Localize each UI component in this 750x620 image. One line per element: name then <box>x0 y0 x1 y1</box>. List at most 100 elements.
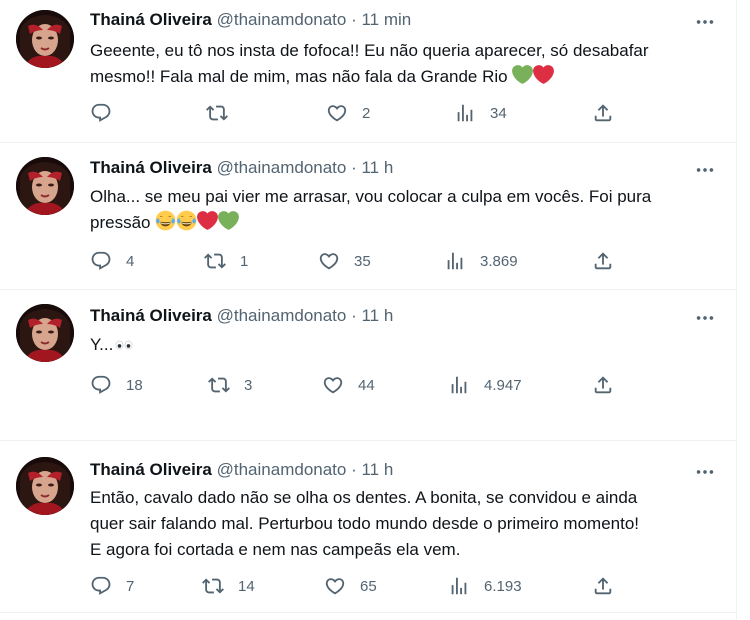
author-handle[interactable]: @thainamdonato <box>217 306 347 325</box>
author-name[interactable]: Thainá Oliveira <box>90 158 212 177</box>
tweet[interactable]: Thainá Oliveira @thainamdonato · 11 min … <box>0 0 736 142</box>
retweet-button[interactable] <box>206 98 242 128</box>
views-icon <box>454 102 476 124</box>
green-heart-icon <box>218 210 239 231</box>
views-button[interactable]: 34 <box>454 98 507 128</box>
tweet-actions: 4 1 35 3.869 <box>86 246 626 276</box>
reply-count: 4 <box>126 252 135 270</box>
retweet-count: 1 <box>240 252 249 270</box>
like-button[interactable]: 35 <box>318 246 371 276</box>
author-name[interactable]: Thainá Oliveira <box>90 306 212 325</box>
reply-button[interactable]: 4 <box>90 246 134 276</box>
views-icon <box>444 250 466 272</box>
tweet-header: Thainá Oliveira @thainamdonato · 11 min <box>90 10 411 30</box>
more-options-button[interactable] <box>690 462 720 482</box>
like-button[interactable]: 44 <box>322 370 375 400</box>
retweet-button[interactable]: 1 <box>204 246 248 276</box>
author-name[interactable]: Thainá Oliveira <box>90 460 212 479</box>
views-icon <box>448 575 470 597</box>
more-icon <box>694 159 716 181</box>
share-button[interactable] <box>592 370 614 400</box>
divider <box>0 612 736 613</box>
views-button[interactable]: 6.193 <box>448 571 522 601</box>
more-options-button[interactable] <box>690 160 720 180</box>
tweet-header: Thainá Oliveira @thainamdonato · 11 h <box>90 306 393 326</box>
tweet-actions: 2 34 <box>86 98 626 128</box>
retweet-icon <box>202 575 224 597</box>
tweet[interactable]: Thainá Oliveira @thainamdonato · 11 h En… <box>0 441 736 611</box>
more-icon <box>694 11 716 33</box>
tweet-text-line: mesmo!! Fala mal de mim, mas não fala da… <box>90 64 730 90</box>
view-count: 4.947 <box>484 376 522 394</box>
red-heart-icon <box>533 64 554 85</box>
share-button[interactable] <box>592 571 614 601</box>
like-button[interactable]: 2 <box>326 98 370 128</box>
author-handle[interactable]: @thainamdonato <box>217 10 347 29</box>
like-count: 44 <box>358 376 375 394</box>
author-name[interactable]: Thainá Oliveira <box>90 10 212 29</box>
reply-count: 7 <box>126 577 135 595</box>
more-icon <box>694 461 716 483</box>
reply-button[interactable] <box>90 98 126 128</box>
views-button[interactable]: 4.947 <box>448 370 522 400</box>
tweet-text-fragment: Y... <box>90 335 114 354</box>
like-count: 65 <box>360 577 377 595</box>
reply-button[interactable]: 7 <box>90 571 134 601</box>
tweet[interactable]: Thainá Oliveira @thainamdonato · 11 h Y.… <box>0 290 736 410</box>
avatar[interactable] <box>16 157 74 215</box>
tweet-time[interactable]: · 11 h <box>351 306 393 325</box>
share-icon <box>592 374 614 396</box>
view-count: 3.869 <box>480 252 518 270</box>
reply-icon <box>90 374 112 396</box>
reply-icon <box>90 575 112 597</box>
eyes-icon <box>115 332 133 358</box>
views-icon <box>448 374 470 396</box>
share-icon <box>592 575 614 597</box>
reply-count: 18 <box>126 376 143 394</box>
green-heart-icon <box>512 64 533 85</box>
more-options-button[interactable] <box>690 308 720 328</box>
tweet-header: Thainá Oliveira @thainamdonato · 11 h <box>90 460 393 480</box>
author-handle[interactable]: @thainamdonato <box>217 460 347 479</box>
like-button[interactable]: 65 <box>324 571 377 601</box>
tweet-text-line: Y... <box>90 332 730 358</box>
reply-icon <box>90 102 112 124</box>
retweet-icon <box>206 102 228 124</box>
tweet-text: Olha... se meu pai vier me arrasar, vou … <box>90 184 730 236</box>
tweet-header: Thainá Oliveira @thainamdonato · 11 h <box>90 158 393 178</box>
retweet-icon <box>208 374 230 396</box>
retweet-button[interactable]: 14 <box>202 571 255 601</box>
avatar[interactable] <box>16 304 74 362</box>
tweet-actions: 7 14 65 6.193 <box>86 571 626 601</box>
share-button[interactable] <box>592 246 614 276</box>
reply-icon <box>90 250 112 272</box>
tweet-text-line: Geeente, eu tô nos insta de fofoca!! Eu … <box>90 41 649 60</box>
tweet-time[interactable]: · 11 min <box>351 10 411 29</box>
tweet-text-line: Olha... se meu pai vier me arrasar, vou … <box>90 187 652 206</box>
tears-of-joy-icon <box>176 210 197 231</box>
heart-icon <box>326 102 348 124</box>
heart-icon <box>322 374 344 396</box>
tweet-text: Geeente, eu tô nos insta de fofoca!! Eu … <box>90 38 730 90</box>
share-icon <box>592 102 614 124</box>
share-icon <box>592 250 614 272</box>
avatar[interactable] <box>16 10 74 68</box>
tweet-text-line: E agora foi cortada e nem nas campeãs el… <box>90 540 461 559</box>
tweet[interactable]: Thainá Oliveira @thainamdonato · 11 h Ol… <box>0 143 736 289</box>
more-options-button[interactable] <box>690 12 720 32</box>
retweet-button[interactable]: 3 <box>208 370 252 400</box>
share-button[interactable] <box>592 98 614 128</box>
tweet-text-line: quer sair falando mal. Perturbou todo mu… <box>90 514 640 533</box>
tweet-text-line: Então, cavalo dado não se olha os dentes… <box>90 488 638 507</box>
red-heart-icon <box>197 210 218 231</box>
retweet-count: 3 <box>244 376 253 394</box>
avatar[interactable] <box>16 457 74 515</box>
tweet-time[interactable]: · 11 h <box>351 460 393 479</box>
like-count: 35 <box>354 252 371 270</box>
author-handle[interactable]: @thainamdonato <box>217 158 347 177</box>
views-button[interactable]: 3.869 <box>444 246 518 276</box>
tweet-time[interactable]: · 11 h <box>351 158 393 177</box>
view-count: 34 <box>490 104 507 122</box>
tweet-text-fragment: pressão <box>90 213 151 232</box>
reply-button[interactable]: 18 <box>90 370 143 400</box>
